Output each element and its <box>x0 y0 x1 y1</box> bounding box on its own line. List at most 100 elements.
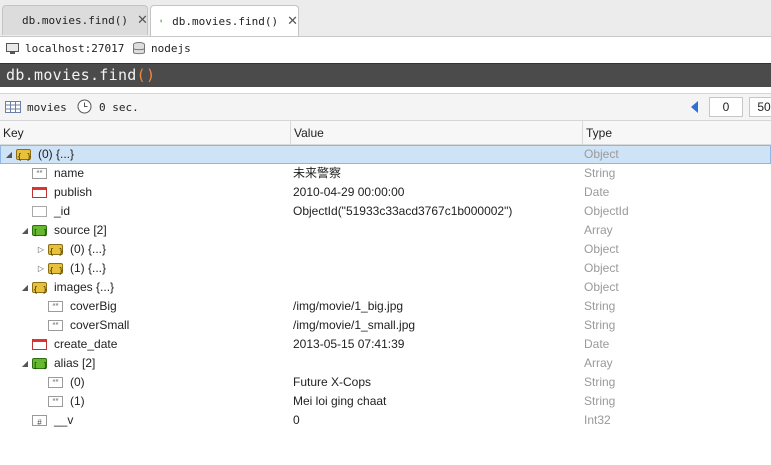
value-cell: Future X-Cops <box>293 375 372 389</box>
type-cell: String <box>584 318 616 332</box>
query-editor[interactable]: db.movies.find() <box>0 63 771 87</box>
tab-label: db.movies.find() <box>22 14 128 27</box>
key-label: (1) <box>70 394 85 408</box>
type-cell: ObjectId <box>584 204 629 218</box>
type-cell: String <box>584 299 616 313</box>
type-cell: String <box>584 166 616 180</box>
value-cell: Mei loi ging chaat <box>293 394 387 408</box>
object-icon <box>48 261 63 280</box>
table-view-icon[interactable] <box>5 101 21 113</box>
close-tab-icon[interactable]: ✕ <box>137 13 148 28</box>
objectid-icon <box>32 206 47 217</box>
tree-row[interactable]: coverSmall/img/movie/1_small.jpg String <box>0 316 771 336</box>
previous-page-icon[interactable] <box>691 101 699 113</box>
key-cell: (0) <box>0 373 290 393</box>
type-cell: Array <box>584 356 613 370</box>
column-header-key[interactable]: Key <box>0 121 290 145</box>
key-cell: ◢ alias [2] <box>0 354 290 375</box>
key-label: (0) {...} <box>70 242 107 256</box>
key-label: coverSmall <box>70 318 130 332</box>
date-icon <box>32 339 47 350</box>
expand-toggle-icon[interactable]: ▷ <box>36 259 46 278</box>
computer-icon <box>6 42 19 54</box>
tree-row[interactable]: ◢ alias [2] Array <box>0 354 771 375</box>
string-icon <box>48 298 63 317</box>
tree-row[interactable]: publish 2010-04-29 00:00:00 Date <box>0 183 771 202</box>
execution-time: 0 sec. <box>99 101 139 114</box>
type-cell: String <box>584 394 616 408</box>
key-label: (1) {...} <box>70 261 107 275</box>
type-cell: Object <box>584 280 619 294</box>
object-icon <box>16 147 31 166</box>
results-toolbar: movies 0 sec. 0 50 <box>0 93 771 121</box>
connection-bar: localhost:27017 nodejs <box>0 37 771 63</box>
key-cell: create_date <box>0 335 290 354</box>
value-cell: 0 <box>293 413 300 427</box>
query-text[interactable]: db.movies.find() <box>6 66 155 84</box>
tree-row[interactable]: ▷ (0) {...} Object <box>0 240 771 261</box>
key-label: __v <box>54 413 74 427</box>
type-cell: String <box>584 375 616 389</box>
array-icon <box>32 356 47 375</box>
database-info: nodejs <box>133 42 191 55</box>
column-header-type[interactable]: Type <box>582 121 771 145</box>
value-cell: 未来警察 <box>293 166 342 180</box>
key-label: (0) <box>70 375 85 389</box>
key-cell: ▷ (0) {...} <box>0 240 290 261</box>
key-cell: publish <box>0 183 290 202</box>
key-cell: _id <box>0 202 290 221</box>
key-cell: ◢ (0) {...} <box>0 145 290 166</box>
collapse-toggle-icon[interactable]: ◢ <box>20 278 30 297</box>
value-cell: /img/movie/1_small.jpg <box>293 318 416 332</box>
tree-row[interactable]: create_date 2013-05-15 07:41:39 Date <box>0 335 771 354</box>
key-label: coverBig <box>70 299 117 313</box>
database-icon <box>133 42 145 55</box>
grid-header: Key Value Type <box>0 121 771 145</box>
key-label: publish <box>54 185 93 199</box>
key-label: (0) {...} <box>38 147 75 161</box>
expand-toggle-icon[interactable]: ▷ <box>36 240 46 259</box>
host-label: localhost:27017 <box>25 42 125 55</box>
tree-row[interactable]: name 未来警察 String <box>0 164 771 184</box>
collapse-toggle-icon[interactable]: ◢ <box>20 221 30 240</box>
page-start-input[interactable]: 0 <box>709 97 743 117</box>
key-cell: coverBig <box>0 297 290 317</box>
string-icon <box>48 393 63 412</box>
tree-row[interactable]: (1) Mei loi ging chaat String <box>0 392 771 412</box>
type-cell: Array <box>584 223 613 237</box>
key-label: source [2] <box>54 223 107 237</box>
tree-row[interactable]: __v 0 Int32 <box>0 411 771 432</box>
value-cell: ObjectId("51933c33acd3767c1b000002") <box>293 204 513 218</box>
value-cell: 2013-05-15 07:41:39 <box>293 337 405 351</box>
type-cell: Object <box>584 147 619 161</box>
date-icon <box>32 187 47 198</box>
tab-query-2[interactable]: db.movies.find() ✕ <box>150 5 299 36</box>
key-cell: ◢ images {...} <box>0 278 290 299</box>
tree-row[interactable]: _id ObjectId("51933c33acd3767c1b000002") O… <box>0 202 771 221</box>
string-icon <box>48 317 63 336</box>
close-tab-icon[interactable]: ✕ <box>287 14 298 29</box>
tree-row[interactable]: (0) Future X-Cops String <box>0 373 771 393</box>
type-cell: Object <box>584 261 619 275</box>
type-cell: Date <box>584 185 610 199</box>
collapse-toggle-icon[interactable]: ◢ <box>4 145 14 164</box>
key-cell: __v <box>0 411 290 432</box>
tab-query-1[interactable]: db.movies.find() ✕ <box>2 5 148 35</box>
document-tree: ◢ (0) {...} Object name 未来警察 String publish 201… <box>0 145 771 432</box>
key-label: create_date <box>54 337 118 351</box>
page-size-input[interactable]: 50 <box>749 97 771 117</box>
key-cell: (1) <box>0 392 290 412</box>
key-cell: ◢ source [2] <box>0 221 290 242</box>
tree-row[interactable]: ▷ (1) {...} Object <box>0 259 771 280</box>
clock-icon <box>77 99 92 114</box>
mongodb-leaf-icon <box>160 19 162 23</box>
tree-row[interactable]: ◢ images {...} Object <box>0 278 771 299</box>
key-cell: ▷ (1) {...} <box>0 259 290 280</box>
type-cell: Object <box>584 242 619 256</box>
collection-name: movies <box>27 101 67 114</box>
tree-row[interactable]: ◢ (0) {...} Object <box>0 145 771 166</box>
column-header-value[interactable]: Value <box>290 121 582 145</box>
collapse-toggle-icon[interactable]: ◢ <box>20 354 30 373</box>
tree-row[interactable]: ◢ source [2] Array <box>0 221 771 242</box>
tree-row[interactable]: coverBig/img/movie/1_big.jpg String <box>0 297 771 317</box>
